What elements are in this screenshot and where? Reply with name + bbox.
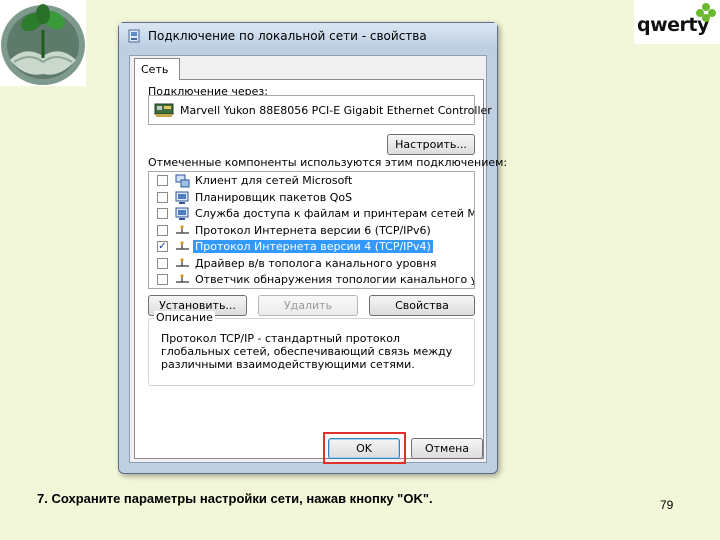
network-card-icon — [154, 103, 174, 117]
instruction-caption: 7. Сохраните параметры настройки сети, н… — [37, 491, 433, 506]
network-client-icon — [175, 174, 190, 188]
component-label: Клиент для сетей Microsoft — [195, 174, 353, 187]
dialog-title: Подключение по локальной сети - свойства — [148, 29, 427, 43]
connection-properties-dialog: Подключение по локальной сети - свойства… — [118, 22, 507, 474]
network-service-icon — [175, 191, 190, 205]
component-checkbox[interactable] — [157, 224, 168, 236]
clover-icon — [696, 3, 716, 22]
component-label: Драйвер в/в тополога канального уровня — [195, 256, 437, 270]
component-item[interactable]: Планировщик пакетов QoS — [149, 190, 474, 206]
dialog-client-area: Сеть Подключение через: Marvell Yukon 88… — [129, 55, 507, 463]
component-label: Протокол Интернета версии 4 (TCP/IPv4) — [193, 240, 433, 253]
protocol-icon — [175, 273, 190, 287]
component-checkbox[interactable] — [157, 175, 168, 186]
component-label: Ответчик обнаружения топологии канальног… — [195, 273, 474, 286]
protocol-icon — [175, 224, 190, 238]
components-label: Отмеченные компоненты используются этим … — [148, 156, 508, 169]
component-label: Планировщик пакетов QoS — [195, 190, 353, 204]
title-bar[interactable]: Подключение по локальной сети - свойства — [119, 23, 497, 49]
tab-panel: Подключение через: Marvell Yukon 88E8056… — [134, 79, 507, 459]
properties-button[interactable]: Свойства — [369, 295, 475, 316]
adapter-name: Marvell Yukon 88E8056 PCI-E Gigabit Ethe… — [180, 104, 492, 117]
component-checkbox[interactable]: ✓ — [157, 241, 168, 252]
component-item[interactable]: ✓ Протокол Интернета версии 4 (TCP/IPv4) — [149, 239, 474, 255]
description-title: Описание — [154, 311, 215, 324]
adapter-box: Marvell Yukon 88E8056 PCI-E Gigabit Ethe… — [148, 95, 492, 125]
description-text: Протокол TCP/IP - стандартный протокол г… — [161, 332, 453, 371]
component-checkbox[interactable] — [157, 191, 168, 203]
component-label: Протокол Интернета версии 6 (TCP/IPv6) — [195, 223, 431, 237]
tab-network[interactable]: Сеть — [134, 58, 180, 80]
component-label: Служба доступа к файлам и принтерам сете… — [195, 207, 474, 220]
component-item[interactable]: Ответчик обнаружения топологии канальног… — [149, 272, 474, 288]
component-checkbox[interactable] — [157, 257, 168, 269]
page-number: 79 — [660, 498, 674, 512]
component-item[interactable]: Протокол Интернета версии 6 (TCP/IPv6) — [149, 223, 474, 239]
components-list[interactable]: Клиент для сетей Microsoft Планировщик па… — [148, 171, 475, 289]
component-checkbox[interactable] — [157, 208, 168, 219]
protocol-icon — [175, 240, 190, 254]
network-service-icon — [175, 207, 190, 221]
component-checkbox[interactable] — [157, 274, 168, 285]
cancel-button[interactable]: Отмена — [411, 438, 483, 459]
configure-button[interactable]: Настроить... — [387, 134, 475, 155]
ok-highlight-box — [323, 432, 406, 464]
network-adapter-icon — [128, 29, 140, 43]
component-item[interactable]: Служба доступа к файлам и принтерам сете… — [149, 206, 474, 222]
qwerty-logo: qwerty — [634, 0, 720, 44]
component-item[interactable]: Драйвер в/в тополога канального уровня — [149, 256, 474, 272]
protocol-icon — [175, 257, 190, 271]
component-item[interactable]: Клиент для сетей Microsoft — [149, 173, 474, 189]
description-group: Описание Протокол TCP/IP - стандартный п… — [148, 311, 475, 386]
hands-seedling-logo — [0, 0, 86, 86]
remove-button[interactable]: Удалить — [258, 295, 358, 316]
